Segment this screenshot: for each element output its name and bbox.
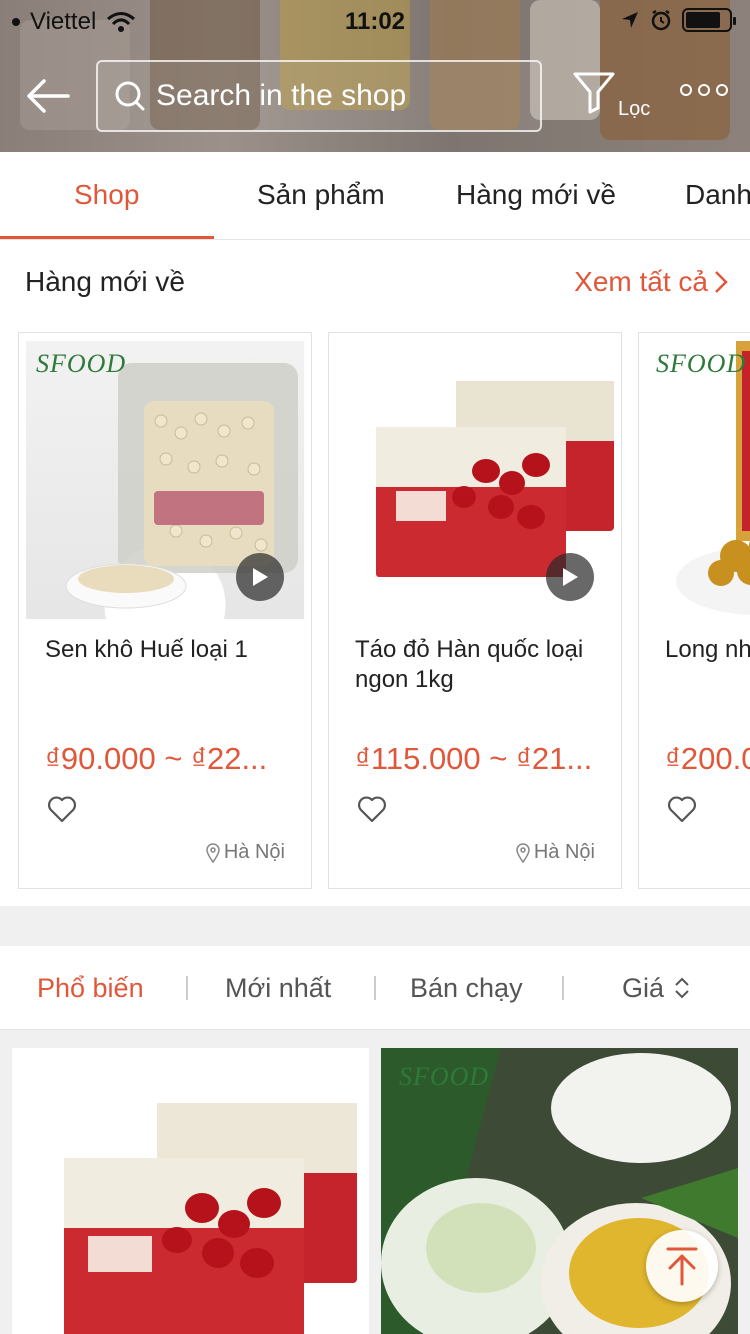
battery-icon (682, 8, 736, 32)
filter-icon (573, 72, 615, 114)
tab-categories[interactable]: Danh (685, 152, 750, 239)
status-bar: Viettel 11:02 (0, 0, 750, 40)
shop-search-box[interactable] (96, 60, 542, 132)
see-all-link[interactable]: Xem tất cả (574, 266, 728, 298)
longan-illustration (676, 341, 750, 615)
sort-divider (374, 976, 376, 1000)
chevron-right-icon (715, 271, 728, 293)
product-card[interactable]: SFOOD Sen khô Huế loại 1 ₫90.000 ~ ₫22..… (18, 332, 312, 889)
product-price: ₫90.000 ~ ₫22... (45, 741, 268, 776)
shop-tabs: Shop Sản phẩm Hàng mới về Danh (0, 152, 750, 240)
sort-arrows-icon (675, 977, 689, 999)
back-button[interactable] (22, 72, 74, 120)
product-location: Hà Nội (516, 841, 595, 864)
more-dot-icon (716, 84, 728, 96)
shop-header-banner: Viettel 11:02 Search in the shop Lọc (0, 0, 750, 152)
sort-newest[interactable]: Mới nhất (225, 946, 331, 1030)
product-grid-card[interactable] (12, 1048, 369, 1334)
product-price: ₫115.000 ~ ₫21... (355, 741, 593, 776)
location-pin-icon (516, 842, 530, 863)
arrow-up-to-top-icon (666, 1247, 698, 1286)
location-arrow-icon (622, 12, 638, 28)
heart-icon[interactable] (47, 795, 77, 823)
product-location: Hà Nội (206, 841, 285, 864)
more-options-button[interactable] (680, 84, 728, 96)
tab-products[interactable]: Sản phẩm (257, 152, 385, 239)
product-name: Long nh loại đặc (665, 636, 750, 663)
sort-popular[interactable]: Phổ biến (37, 946, 144, 1030)
see-all-label: Xem tất cả (574, 266, 708, 297)
red-dates-box-image (12, 1048, 369, 1334)
sort-price-label: Giá (622, 973, 665, 1003)
play-icon (563, 568, 578, 586)
brand-logo: SFOOD (36, 349, 127, 378)
sort-best-selling[interactable]: Bán chạy (410, 946, 523, 1030)
search-icon (115, 81, 145, 111)
product-card[interactable]: Táo đỏ Hàn quốc loại ngon 1kg ₫115.000 ~… (328, 332, 622, 889)
location-pin-icon (206, 842, 220, 863)
location-label: Hà Nội (223, 841, 285, 863)
play-video-button[interactable] (236, 553, 284, 601)
sort-price[interactable]: Giá (622, 946, 690, 1030)
filter-button[interactable]: Lọc (572, 70, 662, 126)
section-title: Hàng mới về (25, 266, 185, 297)
tab-shop[interactable]: Shop (74, 152, 139, 239)
filter-label: Lọc (618, 98, 651, 120)
play-video-button[interactable] (546, 553, 594, 601)
product-card[interactable]: SFOOD Long nh loại đặc ₫200.0 (638, 332, 750, 889)
new-arrivals-section: Hàng mới về Xem tất cả SFOOD Sen khô Huế… (0, 240, 750, 906)
sort-divider (186, 976, 188, 1000)
product-name: Sen khô Huế loại 1 (45, 636, 248, 663)
sort-divider (562, 976, 564, 1000)
brand-logo: SFOOD (399, 1062, 490, 1091)
product-image (336, 341, 614, 619)
more-dot-icon (680, 84, 692, 96)
search-input[interactable] (156, 79, 536, 113)
heart-icon[interactable] (667, 795, 697, 823)
scroll-to-top-button[interactable] (646, 1230, 718, 1302)
location-label: Hà Nội (533, 841, 595, 863)
more-dot-icon (698, 84, 710, 96)
product-image: SFOOD (26, 341, 304, 619)
alarm-icon (651, 9, 671, 31)
product-price: ₫200.0 (665, 741, 750, 776)
play-icon (253, 568, 268, 586)
product-name: Táo đỏ Hàn quốc loại ngon 1kg (355, 636, 584, 693)
product-image: SFOOD (646, 341, 750, 619)
arrow-left-icon (27, 79, 70, 113)
heart-icon[interactable] (357, 795, 387, 823)
tab-new-arrivals[interactable]: Hàng mới về (456, 152, 616, 239)
sort-bar: Phổ biến Mới nhất Bán chạy Giá (0, 946, 750, 1030)
brand-logo: SFOOD (656, 349, 747, 378)
status-icons (620, 8, 736, 32)
